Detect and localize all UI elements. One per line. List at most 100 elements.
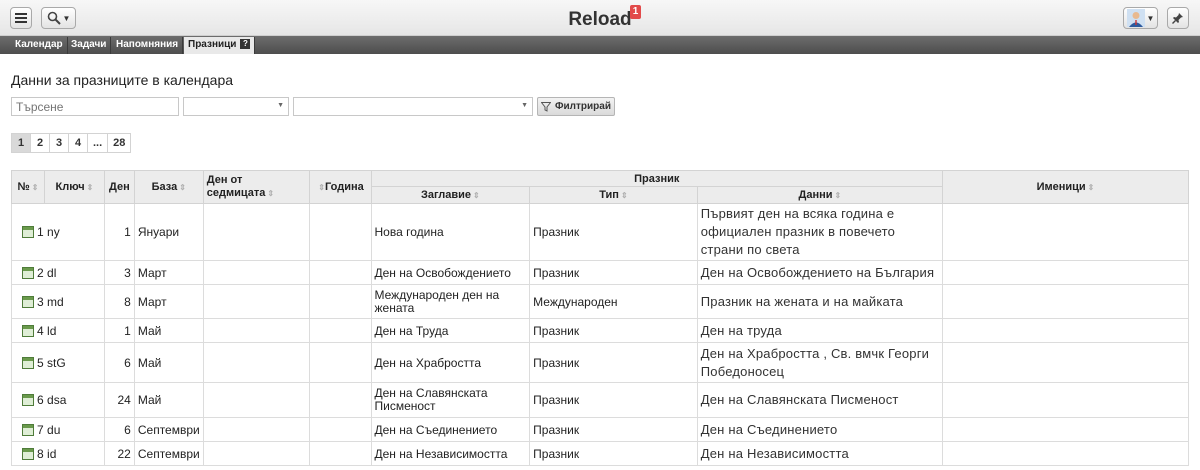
day-cell: 6 xyxy=(103,342,135,383)
sort-icon: ⇕ xyxy=(620,191,628,200)
help-icon[interactable]: ? xyxy=(240,39,251,49)
base-cell: Май xyxy=(133,382,204,418)
user-menu-button[interactable]: ▼ xyxy=(1123,7,1158,29)
col-header-data[interactable]: Данни ⇕ xyxy=(696,186,943,204)
tab-holidays[interactable]: Празници? xyxy=(184,37,256,54)
tab-calendar[interactable]: Календар xyxy=(11,37,68,54)
avatar xyxy=(1126,9,1145,27)
namedays-cell xyxy=(941,284,1190,319)
namedays-cell xyxy=(941,342,1190,383)
base-cell: Март xyxy=(133,260,204,285)
year-cell xyxy=(308,318,372,343)
weekday-cell xyxy=(202,382,310,418)
table-row[interactable]: 1 ny 1 Януари Нова година Празник Първия… xyxy=(11,203,1190,261)
funnel-icon xyxy=(540,101,551,112)
day-cell: 1 xyxy=(103,318,135,343)
base-cell: Септември xyxy=(133,417,204,442)
year-cell xyxy=(308,441,372,466)
data-cell: Ден на труда xyxy=(696,318,943,343)
base-cell: Януари xyxy=(133,203,204,261)
page-2[interactable]: 2 xyxy=(30,133,50,153)
title-cell: Ден на Съединението xyxy=(370,417,531,442)
col-header-namedays[interactable]: Именици ⇕ xyxy=(941,170,1190,204)
year-cell xyxy=(308,260,372,285)
sort-icon: ⇕ xyxy=(267,189,275,198)
calendar-icon[interactable] xyxy=(22,394,34,406)
table-row[interactable]: 2 dl 3 Март Ден на Освобождението Празни… xyxy=(11,260,1190,285)
pin-button[interactable] xyxy=(1167,7,1189,29)
weekday-cell xyxy=(202,318,310,343)
col-header-year[interactable]: ⇕Година xyxy=(308,170,372,204)
tab-reminders[interactable]: Напомняния xyxy=(112,37,184,54)
col-header-no[interactable]: № ⇕ xyxy=(11,170,45,204)
title-cell: Ден на Освобождението xyxy=(370,260,531,285)
data-cell: Празник на жената и на майката xyxy=(696,284,943,319)
type-cell: Празник xyxy=(529,203,698,261)
year-cell xyxy=(308,382,372,418)
title-cell: Ден на Славянската Писменост xyxy=(370,382,531,418)
row-id-cell: 4 ld xyxy=(11,318,105,343)
table-row[interactable]: 4 ld 1 Май Ден на Труда Празник Ден на т… xyxy=(11,318,1190,343)
table-row[interactable]: 3 md 8 Март Международен ден на жената М… xyxy=(11,284,1190,319)
sort-icon: ⇕ xyxy=(179,183,186,192)
weekday-cell xyxy=(202,417,310,442)
col-header-weekday[interactable]: Ден от седмицата ⇕ xyxy=(202,170,310,204)
day-cell: 3 xyxy=(103,260,135,285)
sort-icon: ⇕ xyxy=(834,191,842,200)
holidays-table: № ⇕ Ключ ⇕ Ден База ⇕ Ден от седмицата ⇕ ⇕Го… xyxy=(11,170,1190,466)
col-header-base[interactable]: База ⇕ xyxy=(133,170,204,204)
calendar-icon[interactable] xyxy=(22,295,34,308)
calendar-icon[interactable] xyxy=(22,266,34,279)
page-last[interactable]: 28 xyxy=(107,133,132,153)
data-cell: Първият ден на всяка година е официален … xyxy=(696,203,943,261)
sort-icon: ⇕ xyxy=(31,183,39,192)
col-header-key[interactable]: Ключ ⇕ xyxy=(43,170,105,204)
chevron-down-icon: ▼ xyxy=(1146,13,1155,23)
row-id-cell: 7 du xyxy=(11,417,105,442)
search-input[interactable] xyxy=(11,97,179,116)
year-cell xyxy=(308,342,372,383)
weekday-cell xyxy=(202,260,310,285)
day-cell: 6 xyxy=(103,417,135,442)
col-header-title[interactable]: Заглавие ⇕ xyxy=(370,186,531,204)
col-header-day[interactable]: Ден xyxy=(103,170,135,204)
filter-select-1[interactable]: ▼ xyxy=(183,97,289,116)
app-title: Reload xyxy=(568,9,632,30)
namedays-cell xyxy=(941,417,1190,442)
namedays-cell xyxy=(941,203,1190,261)
sort-icon: ⇕ xyxy=(318,183,325,192)
page-title: Данни за празниците в календара xyxy=(11,72,234,88)
filter-select-2[interactable]: ▼ xyxy=(293,97,533,116)
page-ellipsis[interactable]: ... xyxy=(87,133,109,153)
weekday-cell xyxy=(202,284,310,319)
tab-tasks[interactable]: Задачи xyxy=(67,37,112,54)
calendar-icon[interactable] xyxy=(22,447,34,460)
data-cell: Ден на Храбростта , Св. вмчк Георги Побе… xyxy=(696,342,943,383)
title-cell: Международен ден на жената xyxy=(370,284,531,319)
filter-button[interactable]: Филтрирай xyxy=(537,97,615,116)
calendar-icon[interactable] xyxy=(22,356,34,369)
calendar-icon[interactable] xyxy=(22,423,34,436)
base-cell: Май xyxy=(133,318,204,343)
calendar-icon[interactable] xyxy=(22,226,34,238)
row-id-cell: 3 md xyxy=(11,284,105,319)
calendar-icon[interactable] xyxy=(22,324,34,337)
day-cell: 1 xyxy=(103,203,135,261)
page-1[interactable]: 1 xyxy=(11,133,31,153)
filter-button-label: Филтрирай xyxy=(554,101,611,112)
notification-badge[interactable]: 1 xyxy=(630,5,641,19)
table-row[interactable]: 5 stG 6 Май Ден на Храбростта Празник Де… xyxy=(11,342,1190,383)
page-3[interactable]: 3 xyxy=(49,133,69,153)
table-row[interactable]: 8 id 22 Септември Ден на Независимостта … xyxy=(11,441,1190,466)
base-cell: Септември xyxy=(133,441,204,466)
table-row[interactable]: 6 dsa 24 Май Ден на Славянската Писменос… xyxy=(11,382,1190,418)
page-4[interactable]: 4 xyxy=(68,133,88,153)
col-header-type[interactable]: Тип ⇕ xyxy=(529,186,698,204)
table-row[interactable]: 7 du 6 Септември Ден на Съединението Пра… xyxy=(11,417,1190,442)
namedays-cell xyxy=(941,441,1190,466)
title-cell: Нова година xyxy=(370,203,531,261)
data-cell: Ден на Славянската Писменост xyxy=(696,382,943,418)
weekday-cell xyxy=(202,203,310,261)
year-cell xyxy=(308,284,372,319)
type-cell: Празник xyxy=(529,318,698,343)
